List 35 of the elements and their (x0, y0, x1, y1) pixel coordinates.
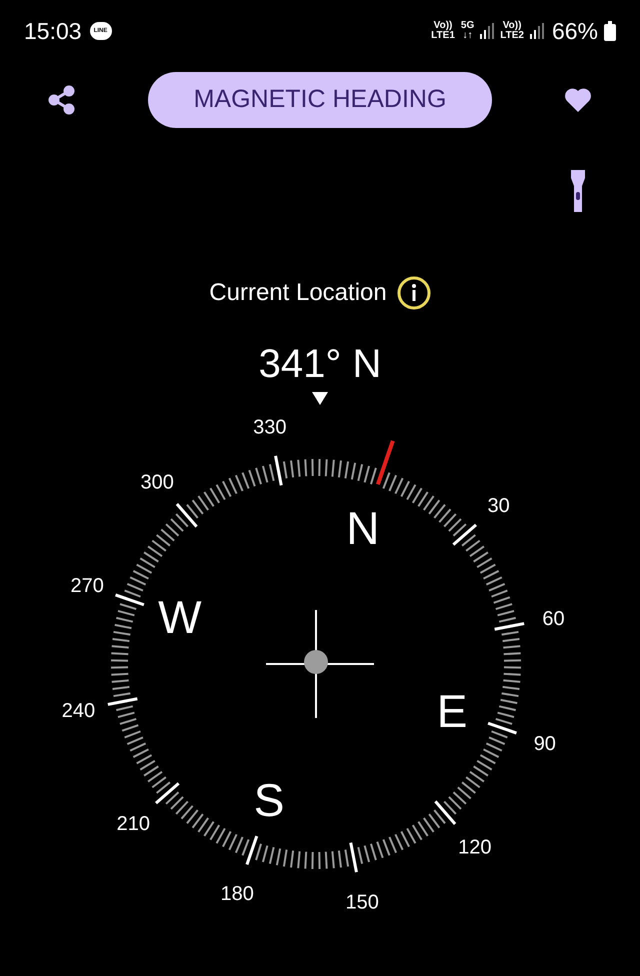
degree-label: 30 (488, 495, 510, 518)
sim-label: LTE1 (431, 31, 455, 41)
location-label: Current Location (209, 278, 387, 308)
degree-label: 270 (70, 575, 104, 598)
degree-label: 330 (253, 416, 286, 438)
cardinal-letter: N (346, 502, 380, 554)
sim-label: LTE2 (500, 31, 524, 41)
signal-icon (480, 23, 494, 39)
degree-label: 210 (116, 812, 150, 835)
degree-label: 300 (140, 471, 174, 494)
cardinal-letter: S (254, 774, 284, 826)
degree-label: 60 (542, 608, 565, 630)
degree-label: 90 (534, 732, 556, 755)
share-icon[interactable] (48, 85, 76, 115)
signal-icon (530, 23, 544, 39)
heading-reading: 341° N (258, 344, 382, 384)
cardinal-letter: E (436, 684, 468, 737)
network-label: ↓↑ (462, 31, 473, 41)
battery-icon (604, 21, 616, 41)
pointer-icon (312, 392, 328, 404)
heart-icon[interactable] (564, 87, 592, 113)
flashlight-icon[interactable] (570, 168, 586, 214)
info-icon[interactable] (396, 276, 431, 310)
sim-label: Vo)) (502, 21, 522, 31)
north-marker (376, 440, 395, 485)
sim-label: Vo)) (434, 21, 452, 31)
status-time: 15:03 (24, 16, 82, 46)
degree-label: 240 (62, 700, 96, 722)
mode-button[interactable]: MAGNETIC HEADING (148, 72, 492, 128)
degree-label: 180 (220, 882, 254, 905)
network-label: 5G (460, 21, 474, 31)
battery-percent: 66% (552, 16, 598, 46)
cardinal-letter: W (158, 591, 202, 644)
degree-label: 150 (346, 892, 379, 914)
degree-label: 120 (458, 836, 492, 859)
